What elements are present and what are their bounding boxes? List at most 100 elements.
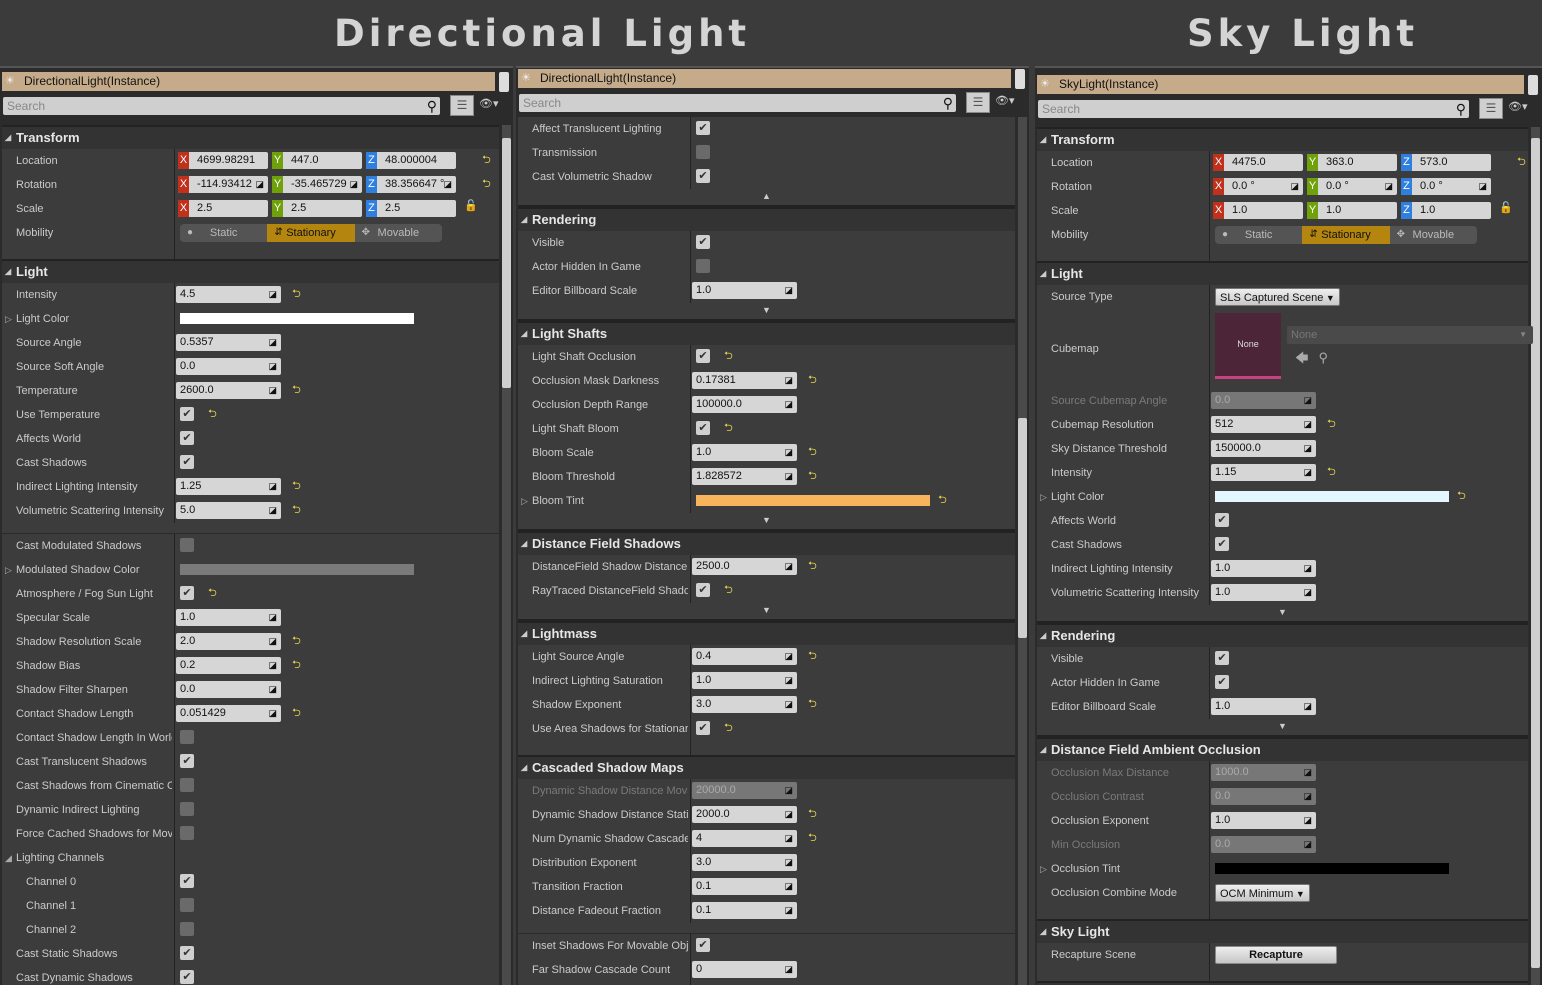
checkbox-unchecked[interactable] [180, 730, 194, 744]
number-field[interactable]: 1.15 ◪ [1211, 464, 1316, 481]
reset-to-default-icon[interactable]: ⮌ [292, 286, 301, 303]
checkbox-checked[interactable]: ✔ [696, 235, 710, 249]
column-splitter[interactable] [1209, 223, 1210, 247]
header-scrollbar[interactable] [1015, 69, 1025, 89]
drag-spin-icon[interactable]: ◪ [784, 902, 793, 919]
checkbox-checked[interactable]: ✔ [180, 455, 194, 469]
number-field[interactable]: 0.1 ◪ [692, 902, 797, 919]
column-splitter[interactable] [1209, 809, 1210, 833]
checkbox-checked[interactable]: ✔ [1215, 537, 1229, 551]
column-splitter[interactable] [174, 283, 175, 307]
number-field[interactable]: 0.4 ◪ [692, 648, 797, 665]
reset-to-default-icon[interactable]: ⮌ [938, 492, 947, 509]
column-splitter[interactable] [174, 197, 175, 221]
view-options-grid-button[interactable]: ☰ [1479, 98, 1503, 119]
reset-to-default-icon[interactable]: ⮌ [808, 468, 817, 485]
column-splitter[interactable] [690, 875, 691, 899]
mobility-option-movable[interactable]: ✥ Movable [355, 224, 442, 242]
reset-to-default-icon[interactable]: ⮌ [1327, 416, 1336, 433]
drag-spin-icon[interactable]: ◪ [784, 961, 793, 978]
number-field[interactable]: 0.1 ◪ [692, 878, 797, 895]
checkbox-unchecked[interactable] [180, 898, 194, 912]
scrollbar-thumb[interactable] [502, 138, 511, 388]
drag-spin-icon[interactable]: ◪ [1303, 392, 1312, 409]
number-field[interactable]: 0.0 ◪ [176, 681, 281, 698]
reset-to-default-icon[interactable]: ⮌ [292, 478, 301, 495]
checkbox-checked[interactable]: ✔ [1215, 513, 1229, 527]
column-splitter[interactable] [690, 803, 691, 827]
column-splitter[interactable] [174, 678, 175, 702]
header-scrollbar[interactable] [499, 72, 509, 92]
scrollbar-thumb[interactable] [1531, 138, 1540, 968]
column-splitter[interactable] [174, 774, 175, 798]
reset-to-default-icon[interactable]: ⮌ [808, 558, 817, 575]
mobility-option-stationary[interactable]: ⇵ Stationary [1302, 226, 1390, 244]
column-splitter[interactable] [174, 173, 175, 197]
column-splitter[interactable] [174, 149, 175, 173]
column-splitter[interactable] [690, 779, 691, 803]
column-splitter[interactable] [690, 345, 691, 369]
checkbox-unchecked[interactable] [696, 145, 710, 159]
number-field[interactable]: 1.0 ◪ [1211, 560, 1316, 577]
expand-arrow-icon[interactable]: ▷ [5, 558, 12, 582]
number-field[interactable]: 1.0 ◪ [692, 444, 797, 461]
vector-y-field[interactable]: 2.5 [283, 200, 362, 217]
reset-to-default-icon[interactable]: ⮌ [482, 152, 491, 169]
column-splitter[interactable] [174, 379, 175, 403]
column-splitter[interactable] [1209, 437, 1210, 461]
search-input[interactable]: Search ⚲ [3, 97, 440, 115]
column-splitter[interactable] [174, 221, 175, 245]
color-swatch[interactable] [1215, 491, 1449, 502]
section-header-rendering[interactable]: Rendering [518, 207, 1015, 231]
use-selected-arrow-icon[interactable]: 🡄 [1295, 350, 1318, 365]
number-field[interactable]: 2000.0 ◪ [692, 806, 797, 823]
color-swatch[interactable] [180, 564, 414, 575]
drag-spin-icon[interactable]: ◪ [255, 176, 264, 193]
column-splitter[interactable] [690, 417, 691, 441]
drag-spin-icon[interactable]: ◪ [1303, 788, 1312, 805]
column-splitter[interactable] [690, 669, 691, 693]
advanced-expand-button[interactable]: ▼ [1037, 605, 1528, 623]
checkbox-unchecked[interactable] [180, 826, 194, 840]
drag-spin-icon[interactable]: ◪ [268, 502, 277, 519]
vertical-scrollbar[interactable] [1018, 117, 1027, 985]
number-field[interactable]: 0.5357 ◪ [176, 334, 281, 351]
column-splitter[interactable] [690, 851, 691, 875]
drag-spin-icon[interactable]: ◪ [784, 648, 793, 665]
mobility-toggle[interactable]: ● Static ⇵ Stationary ✥ Movable [1215, 226, 1477, 244]
checkbox-checked[interactable]: ✔ [696, 583, 710, 597]
checkbox-checked[interactable]: ✔ [180, 754, 194, 768]
column-splitter[interactable] [690, 369, 691, 393]
column-splitter[interactable] [174, 451, 175, 475]
checkbox-checked[interactable]: ✔ [180, 946, 194, 960]
column-splitter[interactable] [1209, 413, 1210, 437]
column-splitter[interactable] [1209, 881, 1210, 905]
vector-y-field[interactable]: 447.0 [283, 152, 362, 169]
vector-x-field[interactable]: 2.5 [189, 200, 268, 217]
column-splitter[interactable] [1209, 647, 1210, 671]
mobility-option-static[interactable]: ● Static [180, 224, 267, 242]
section-header-distance-field-shadows[interactable]: Distance Field Shadows [518, 531, 1015, 555]
column-splitter[interactable] [1209, 785, 1210, 809]
column-splitter[interactable] [174, 870, 175, 894]
column-splitter[interactable] [174, 966, 175, 985]
checkbox-unchecked[interactable] [180, 802, 194, 816]
drag-spin-icon[interactable]: ◪ [1303, 440, 1312, 457]
number-field[interactable]: 1.0 ◪ [1211, 698, 1316, 715]
drag-spin-icon[interactable]: ◪ [268, 358, 277, 375]
checkbox-checked[interactable]: ✔ [1215, 675, 1229, 689]
number-field[interactable]: 0.17381 ◪ [692, 372, 797, 389]
column-splitter[interactable] [690, 465, 691, 489]
checkbox-unchecked[interactable] [180, 922, 194, 936]
column-splitter[interactable] [1209, 581, 1210, 605]
column-splitter[interactable] [690, 934, 691, 958]
column-splitter[interactable] [174, 475, 175, 499]
number-field[interactable]: 4 ◪ [692, 830, 797, 847]
reset-to-default-icon[interactable]: ⮌ [1457, 488, 1466, 505]
drag-spin-icon[interactable]: ◪ [268, 681, 277, 698]
drag-spin-icon[interactable]: ◪ [1303, 812, 1312, 829]
reset-to-default-icon[interactable]: ⮌ [724, 348, 733, 365]
drag-spin-icon[interactable]: ◪ [268, 609, 277, 626]
drag-spin-icon[interactable]: ◪ [784, 672, 793, 689]
column-splitter[interactable] [690, 165, 691, 189]
